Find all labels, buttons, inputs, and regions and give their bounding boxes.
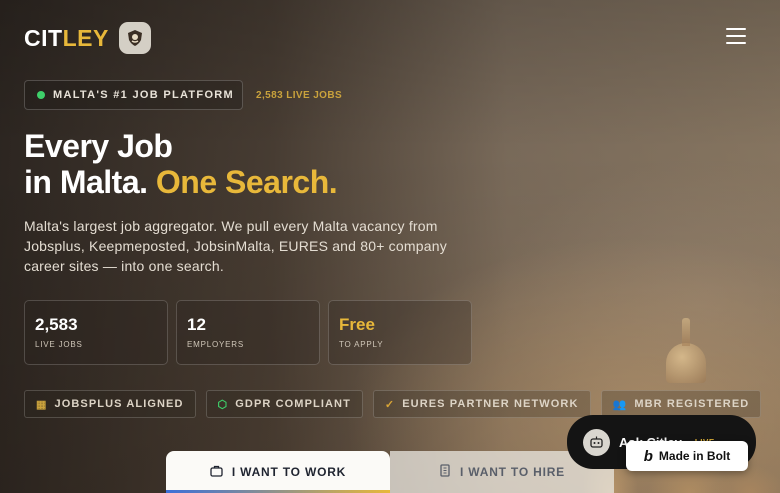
stat-free-to-apply: Free TO APPLY [328,300,472,365]
badge-jobsplus: ▦ JOBSPLUS ALIGNED [24,390,196,418]
badge-gdpr: ⬡ GDPR COMPLIANT [205,390,363,418]
made-in-bolt-button[interactable]: b Made in Bolt [626,441,748,471]
pill-label: MALTA'S #1 JOB PLATFORM [53,89,235,101]
brand-logo[interactable]: CITLEY [24,22,151,54]
check-circle-icon: ✓ [384,398,396,411]
page-title: Every Job in Malta. One Search. [24,128,338,200]
users-icon: 👥 [612,398,628,411]
office-building-icon [439,464,451,480]
made-in-bolt-label: Made in Bolt [658,449,731,463]
live-jobs-count: 2,583 LIVE JOBS [256,90,343,101]
hero-description: Malta's largest job aggregator. We pull … [24,218,447,274]
badge-eures: ✓ EURES PARTNER NETWORK [372,390,591,418]
briefcase-icon [210,465,223,480]
shield-crest-icon [118,22,151,54]
brand-wordmark: CITLEY [24,24,109,51]
trust-badges: ▦ JOBSPLUS ALIGNED ⬡ GDPR COMPLIANT ✓ EU… [24,390,762,418]
church-spire [682,318,690,346]
church-dome [666,343,706,383]
stats-row: 2,583 LIVE JOBS 12 EMPLOYERS Free TO APP… [24,300,472,365]
shield-check-icon: ⬡ [217,398,229,411]
tab-i-want-to-work[interactable]: I WANT TO WORK [166,451,390,493]
stat-employers: 12 EMPLOYERS [176,300,320,365]
bolt-logo-icon: b [643,447,653,465]
platform-pill: MALTA'S #1 JOB PLATFORM [24,80,243,110]
role-tabs: I WANT TO WORK I WANT TO HIRE [166,451,614,493]
live-dot-icon [37,91,45,99]
stat-live-jobs: 2,583 LIVE JOBS [24,300,168,365]
badge-mbr: 👥 MBR REGISTERED [600,390,762,418]
building-icon: ▦ [36,398,48,411]
hamburger-menu-icon[interactable] [726,28,746,44]
robot-icon [583,428,610,456]
